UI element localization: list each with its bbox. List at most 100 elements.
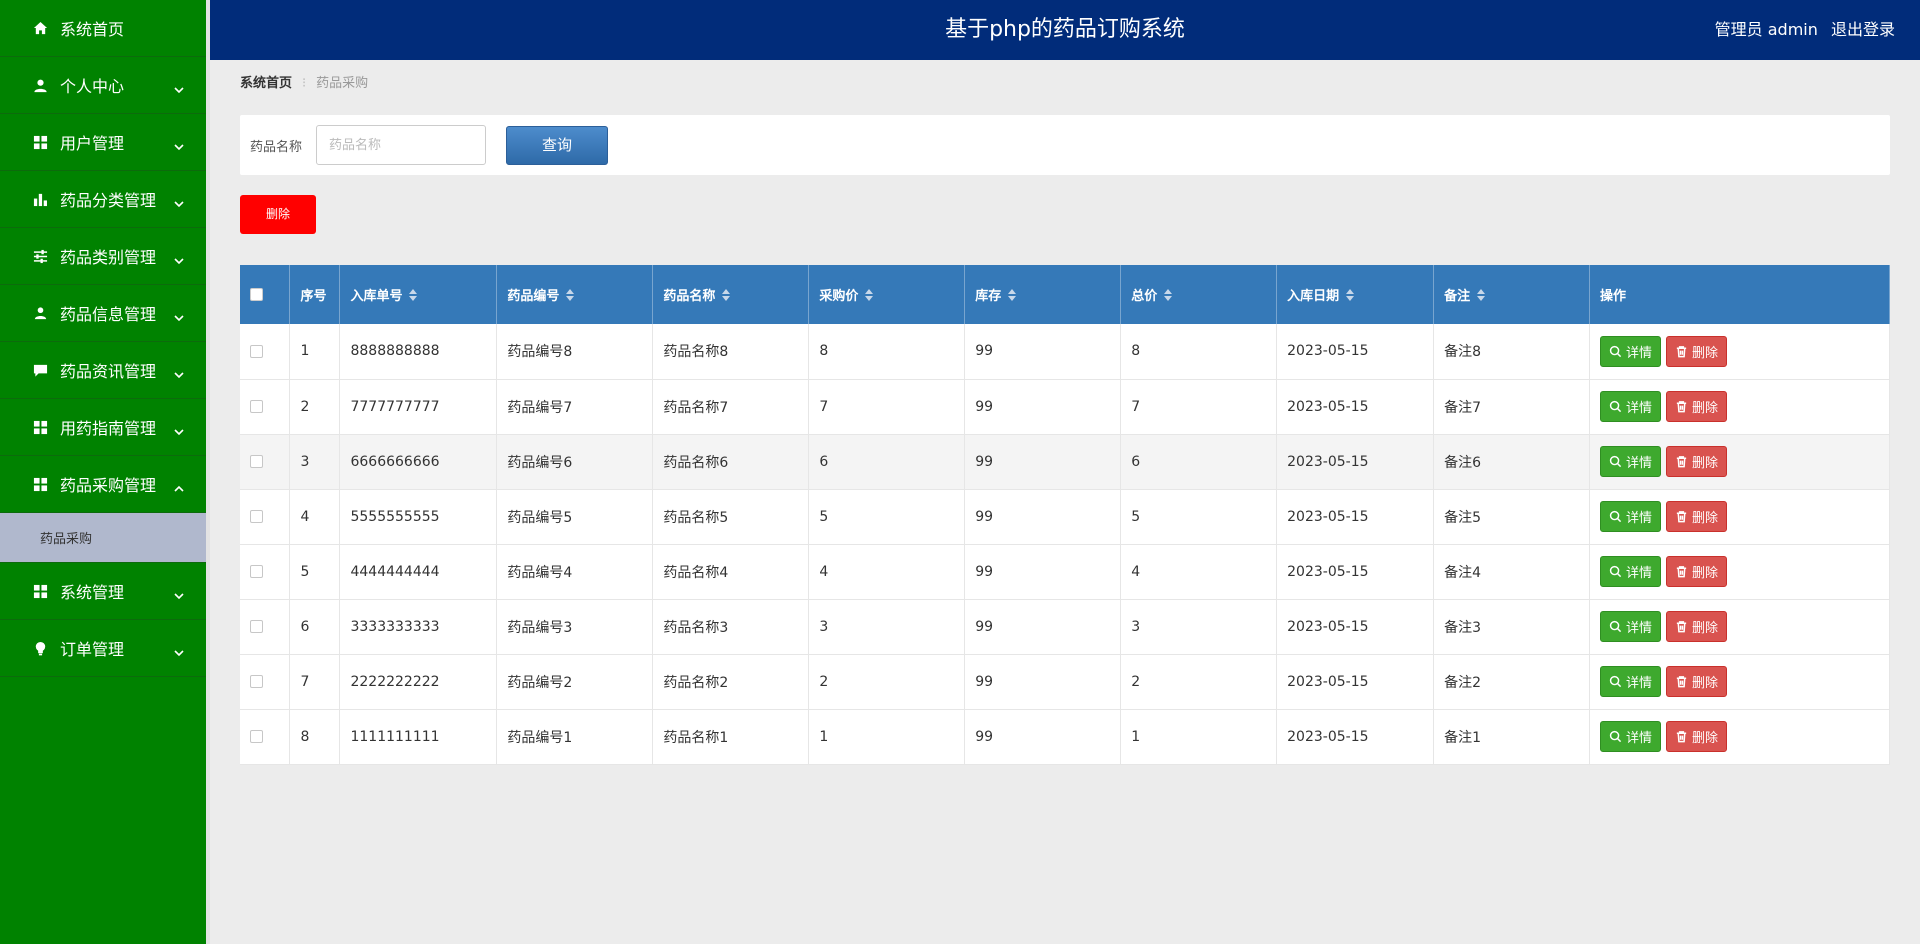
column-header-sortable[interactable]: 药品编号 — [496, 265, 654, 324]
sort-icon[interactable] — [865, 289, 874, 301]
chevron-down-icon — [174, 137, 184, 156]
column-header-label: 药品名称 — [663, 289, 716, 304]
sidebar: 系统首页 个人中心 用户管理 药品分类管理 药品类别管理 药品信息管理 药品资讯… — [0, 0, 206, 944]
column-header-sortable[interactable]: 库存 — [964, 265, 1122, 324]
delete-button[interactable]: 删除 — [1666, 501, 1728, 532]
detail-button-label: 详情 — [1626, 676, 1653, 691]
delete-button-label: 删除 — [1692, 345, 1719, 361]
search-button[interactable]: 查询 — [506, 126, 608, 165]
cell-stock: 99 — [964, 434, 1122, 490]
cell-note: 备注1 — [1433, 709, 1591, 765]
sidebar-item-personal-center[interactable]: 个人中心 — [0, 57, 206, 114]
cell-stock: 99 — [964, 654, 1122, 710]
search-input[interactable] — [316, 125, 486, 165]
actions-cell: 详情 删除 — [1589, 599, 1890, 655]
row-checkbox[interactable] — [250, 510, 263, 523]
header-user-area: 管理员 admin 退出登录 — [1707, 0, 1895, 60]
row-checkbox[interactable] — [250, 455, 263, 468]
cell-stock: 99 — [964, 489, 1122, 545]
delete-button[interactable]: 删除 — [1666, 556, 1728, 587]
breadcrumb: 系统首页 ⁝ 药品采购 — [240, 72, 368, 91]
sort-icon[interactable] — [1008, 289, 1017, 301]
current-user: 管理员 admin — [1714, 20, 1818, 39]
delete-button[interactable]: 删除 — [1666, 335, 1728, 367]
row-checkbox[interactable] — [250, 675, 263, 688]
grid-icon — [32, 583, 48, 599]
table-row: 4 5555555555 药品编号5 药品名称5 5 99 5 2023-05-15 备注5 详情… — [240, 489, 1890, 545]
detail-button[interactable]: 详情 — [1600, 611, 1662, 642]
sidebar-item-drug-category[interactable]: 药品分类管理 — [0, 171, 206, 228]
chevron-down-icon — [174, 251, 184, 270]
detail-button[interactable]: 详情 — [1600, 446, 1662, 477]
trash-icon — [1675, 730, 1692, 743]
sidebar-item-drug-purchase[interactable]: 药品采购管理 — [0, 456, 206, 513]
sidebar-item-medication-guide[interactable]: 用药指南管理 — [0, 399, 206, 456]
cell-name: 药品名称1 — [652, 709, 810, 765]
sort-icon[interactable] — [1164, 289, 1173, 301]
chevron-down-icon — [174, 643, 184, 662]
sort-icon[interactable] — [566, 289, 575, 301]
sort-icon[interactable] — [1346, 289, 1355, 301]
sidebar-item-drug-type[interactable]: 药品类别管理 — [0, 228, 206, 285]
cell-code: 药品编号5 — [496, 489, 654, 545]
search-icon — [1609, 345, 1626, 358]
cell-no: 6 — [289, 599, 341, 655]
detail-button[interactable]: 详情 — [1600, 501, 1662, 532]
column-header: 操作 — [1589, 265, 1890, 324]
delete-button[interactable]: 删除 — [1666, 721, 1728, 752]
sort-icon[interactable] — [722, 289, 731, 301]
column-header-sortable[interactable]: 药品名称 — [652, 265, 810, 324]
sort-icon[interactable] — [409, 289, 418, 301]
search-icon — [1609, 400, 1626, 413]
delete-button[interactable]: 删除 — [1666, 391, 1728, 422]
table-row: 8 1111111111 药品编号1 药品名称1 1 99 1 2023-05-15 备注1 详情… — [240, 709, 1890, 765]
cell-code: 药品编号3 — [496, 599, 654, 655]
row-select-cell — [240, 434, 291, 490]
cell-total: 4 — [1120, 544, 1278, 600]
delete-button[interactable]: 删除 — [1666, 666, 1728, 697]
sidebar-item-label: 个人中心 — [60, 77, 125, 96]
cell-code: 药品编号8 — [496, 324, 654, 380]
sidebar-item-drug-news[interactable]: 药品资讯管理 — [0, 342, 206, 399]
column-header-sortable[interactable]: 备注 — [1433, 265, 1591, 324]
cell-note: 备注4 — [1433, 544, 1591, 600]
detail-button[interactable]: 详情 — [1600, 721, 1662, 752]
row-checkbox[interactable] — [250, 400, 263, 413]
cell-order: 8888888888 — [339, 324, 498, 380]
sort-icon[interactable] — [1477, 289, 1486, 301]
detail-button[interactable]: 详情 — [1600, 556, 1662, 587]
sidebar-item-user-management[interactable]: 用户管理 — [0, 114, 206, 171]
cell-date: 2023-05-15 — [1276, 709, 1435, 765]
delete-button-label: 删除 — [1692, 456, 1719, 471]
trash-icon — [1675, 675, 1692, 688]
column-header-sortable[interactable]: 入库日期 — [1276, 265, 1435, 324]
top-header: 基于php的药品订购系统 管理员 admin 退出登录 — [210, 0, 1920, 60]
delete-button[interactable]: 删除 — [1666, 611, 1728, 642]
column-header-sortable[interactable]: 入库单号 — [339, 265, 498, 324]
column-header-sortable[interactable]: 采购价 — [808, 265, 966, 324]
column-header-sortable[interactable]: 总价 — [1120, 265, 1278, 324]
delete-button[interactable]: 删除 — [1666, 446, 1728, 477]
row-select-cell — [240, 379, 291, 435]
sidebar-subitem-drug-purchase[interactable]: 药品采购 — [0, 513, 206, 563]
logout-link[interactable]: 退出登录 — [1831, 20, 1895, 39]
detail-button[interactable]: 详情 — [1600, 335, 1662, 367]
actions-cell: 详情 删除 — [1589, 324, 1890, 380]
row-checkbox[interactable] — [250, 344, 263, 358]
breadcrumb-home[interactable]: 系统首页 — [240, 76, 292, 91]
cell-note: 备注2 — [1433, 654, 1591, 710]
cell-date: 2023-05-15 — [1276, 489, 1435, 545]
chevron-up-icon — [174, 479, 184, 498]
detail-button[interactable]: 详情 — [1600, 391, 1662, 422]
bulk-delete-button[interactable]: 删除 — [240, 195, 316, 234]
sidebar-item-order-management[interactable]: 订单管理 — [0, 620, 206, 677]
sidebar-item-home[interactable]: 系统首页 — [0, 0, 206, 57]
sidebar-item-system-management[interactable]: 系统管理 — [0, 563, 206, 620]
detail-button[interactable]: 详情 — [1600, 666, 1662, 697]
row-checkbox[interactable] — [250, 730, 263, 743]
cell-date: 2023-05-15 — [1276, 599, 1435, 655]
row-checkbox[interactable] — [250, 565, 263, 578]
select-all-checkbox[interactable] — [250, 288, 263, 301]
sidebar-item-drug-info[interactable]: 药品信息管理 — [0, 285, 206, 342]
row-checkbox[interactable] — [250, 620, 263, 633]
